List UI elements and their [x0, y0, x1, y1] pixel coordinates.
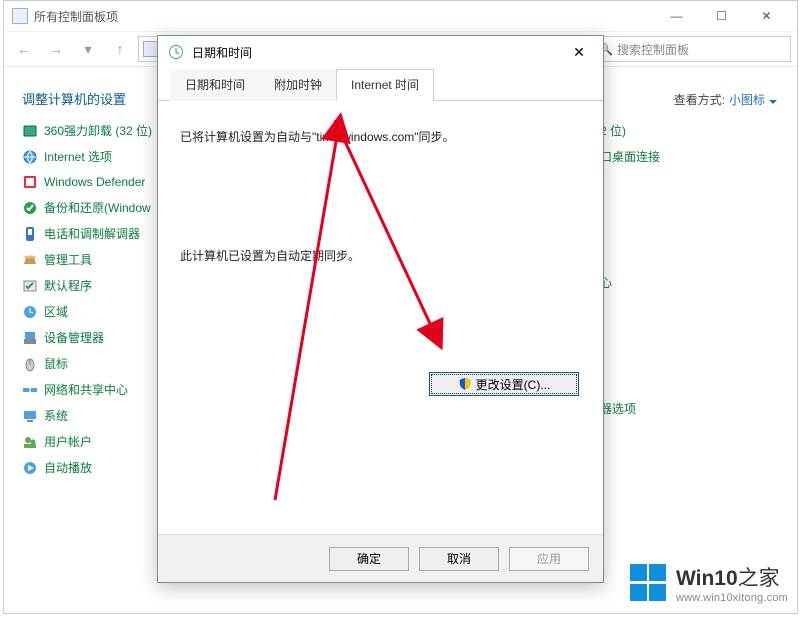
item-label: Internet 选项 — [44, 148, 112, 165]
dialog-close-button[interactable]: ✕ — [565, 38, 593, 66]
item-label: 管理工具 — [44, 251, 92, 268]
dialog-tabs: 日期和时间附加时钟Internet 时间 — [158, 68, 603, 101]
item-label: 自动播放 — [44, 459, 92, 476]
window-title: 所有控制面板项 — [34, 8, 118, 25]
close-window-button[interactable]: ✕ — [744, 1, 789, 31]
clock-icon — [168, 44, 184, 60]
view-mode-link[interactable]: 小图标 — [729, 91, 777, 108]
control-panel-item[interactable]: 心 — [600, 274, 660, 291]
ok-button[interactable]: 确定 — [329, 547, 409, 571]
item-icon — [22, 278, 38, 294]
control-panel-item[interactable]: 口桌面连接 — [600, 148, 660, 165]
item-icon — [22, 252, 38, 268]
control-panel-item[interactable]: 器选项 — [600, 400, 660, 417]
control-panel-items-right: 2 位)口桌面连接心器选项 — [600, 122, 660, 217]
control-panel-icon — [12, 8, 28, 24]
item-label: 用户帐户 — [44, 433, 92, 450]
search-placeholder: 搜索控制面板 — [617, 41, 689, 58]
item-label: Windows Defender — [44, 175, 145, 189]
item-label: 鼠标 — [44, 355, 68, 372]
history-dropdown[interactable]: ▾ — [74, 36, 102, 62]
item-label: 设备管理器 — [44, 329, 104, 346]
item-icon — [22, 226, 38, 242]
windows-logo-icon — [630, 564, 668, 602]
window-titlebar: 所有控制面板项 — ☐ ✕ — [4, 1, 797, 31]
change-settings-label: 更改设置(C)... — [476, 376, 551, 393]
item-label: 电话和调制解调器 — [44, 225, 140, 242]
dialog-button-row: 确定 取消 应用 — [158, 534, 603, 582]
search-box[interactable]: 🔍 搜索控制面板 — [591, 36, 791, 62]
watermark: Win10之家 www.win10xitong.com — [630, 562, 788, 604]
item-icon — [22, 460, 38, 476]
item-icon — [22, 382, 38, 398]
dialog-body: 已将计算机设置为自动与"time.windows.com"同步。 此计算机已设置… — [158, 101, 603, 534]
item-label: 器选项 — [600, 400, 636, 417]
item-icon — [22, 434, 38, 450]
dialog-title: 日期和时间 — [192, 44, 565, 61]
up-button[interactable]: ↑ — [106, 36, 134, 62]
chevron-down-icon — [769, 100, 777, 104]
item-label: 360强力卸载 (32 位) — [44, 122, 152, 139]
item-icon — [22, 304, 38, 320]
date-time-dialog: 日期和时间 ✕ 日期和时间附加时钟Internet 时间 已将计算机设置为自动与… — [157, 35, 604, 583]
apply-button[interactable]: 应用 — [509, 547, 589, 571]
item-label: 网络和共享中心 — [44, 381, 128, 398]
item-icon — [22, 356, 38, 372]
item-icon — [22, 149, 38, 165]
item-icon — [22, 200, 38, 216]
item-icon — [22, 174, 38, 190]
dialog-tab[interactable]: 附加时钟 — [259, 69, 337, 101]
item-label: 系统 — [44, 407, 68, 424]
view-mode-label: 查看方式: — [674, 91, 725, 108]
dialog-titlebar: 日期和时间 ✕ — [158, 36, 603, 68]
cancel-button[interactable]: 取消 — [419, 547, 499, 571]
back-button[interactable]: ← — [10, 36, 38, 62]
item-label: 口桌面连接 — [600, 148, 660, 165]
item-label: 区域 — [44, 303, 68, 320]
sync-status-text: 已将计算机设置为自动与"time.windows.com"同步。 — [180, 127, 581, 147]
item-label: 备份和还原(Window — [44, 199, 151, 216]
minimize-button[interactable]: — — [654, 1, 699, 31]
item-icon — [22, 330, 38, 346]
dialog-tab[interactable]: 日期和时间 — [170, 69, 260, 101]
maximize-button[interactable]: ☐ — [699, 1, 744, 31]
item-label: 默认程序 — [44, 277, 92, 294]
forward-button[interactable]: → — [42, 36, 70, 62]
item-icon — [22, 123, 38, 139]
auto-sync-text: 此计算机已设置为自动定期同步。 — [180, 247, 581, 264]
change-settings-button[interactable]: 更改设置(C)... — [429, 372, 579, 396]
control-panel-item[interactable]: 2 位) — [600, 122, 660, 139]
dialog-tab[interactable]: Internet 时间 — [336, 69, 434, 101]
item-icon — [22, 408, 38, 424]
uac-shield-icon — [458, 377, 472, 391]
